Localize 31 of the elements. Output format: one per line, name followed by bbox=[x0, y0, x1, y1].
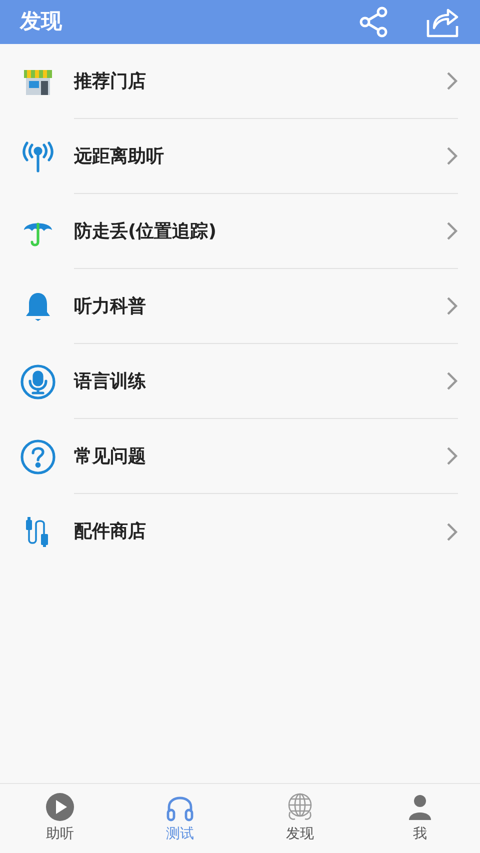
menu-label: 远距离助听 bbox=[74, 144, 165, 168]
menu-item[interactable]: 常见问题 bbox=[0, 419, 480, 494]
menu-item[interactable]: 语言训练 bbox=[0, 344, 480, 419]
page-title: 发现 bbox=[20, 8, 63, 36]
chevron-right-icon bbox=[446, 371, 458, 391]
export-icon[interactable] bbox=[426, 6, 460, 38]
menu-label: 常见问题 bbox=[74, 444, 147, 468]
menu-label: 防走丢(位置追踪) bbox=[74, 220, 218, 244]
question-icon bbox=[20, 438, 56, 474]
tab[interactable]: 我 bbox=[360, 784, 480, 853]
antenna-icon bbox=[20, 140, 56, 172]
play-icon bbox=[45, 792, 75, 822]
menu-label: 推荐门店 bbox=[74, 70, 147, 94]
menu-item[interactable]: 推荐门店 bbox=[0, 44, 480, 119]
chevron-right-icon bbox=[446, 146, 458, 166]
menu-label: 听力科普 bbox=[74, 294, 147, 318]
menu-label: 语言训练 bbox=[74, 370, 147, 394]
menu-item[interactable]: 防走丢(位置追踪) bbox=[0, 194, 480, 269]
microphone-icon bbox=[20, 364, 56, 400]
menu-item[interactable]: 听力科普 bbox=[0, 269, 480, 344]
chevron-right-icon bbox=[446, 446, 458, 466]
menu-item[interactable]: 远距离助听 bbox=[0, 119, 480, 194]
menu-label: 配件商店 bbox=[74, 520, 147, 544]
share-icon[interactable] bbox=[358, 6, 390, 38]
chevron-right-icon bbox=[446, 71, 458, 91]
chevron-right-icon bbox=[446, 296, 458, 316]
tab[interactable]: 助听 bbox=[0, 784, 120, 853]
tab[interactable]: 发现 bbox=[240, 784, 360, 853]
menu-item[interactable]: 配件商店 bbox=[0, 494, 480, 569]
chevron-right-icon bbox=[446, 522, 458, 542]
chevron-right-icon bbox=[446, 221, 458, 241]
